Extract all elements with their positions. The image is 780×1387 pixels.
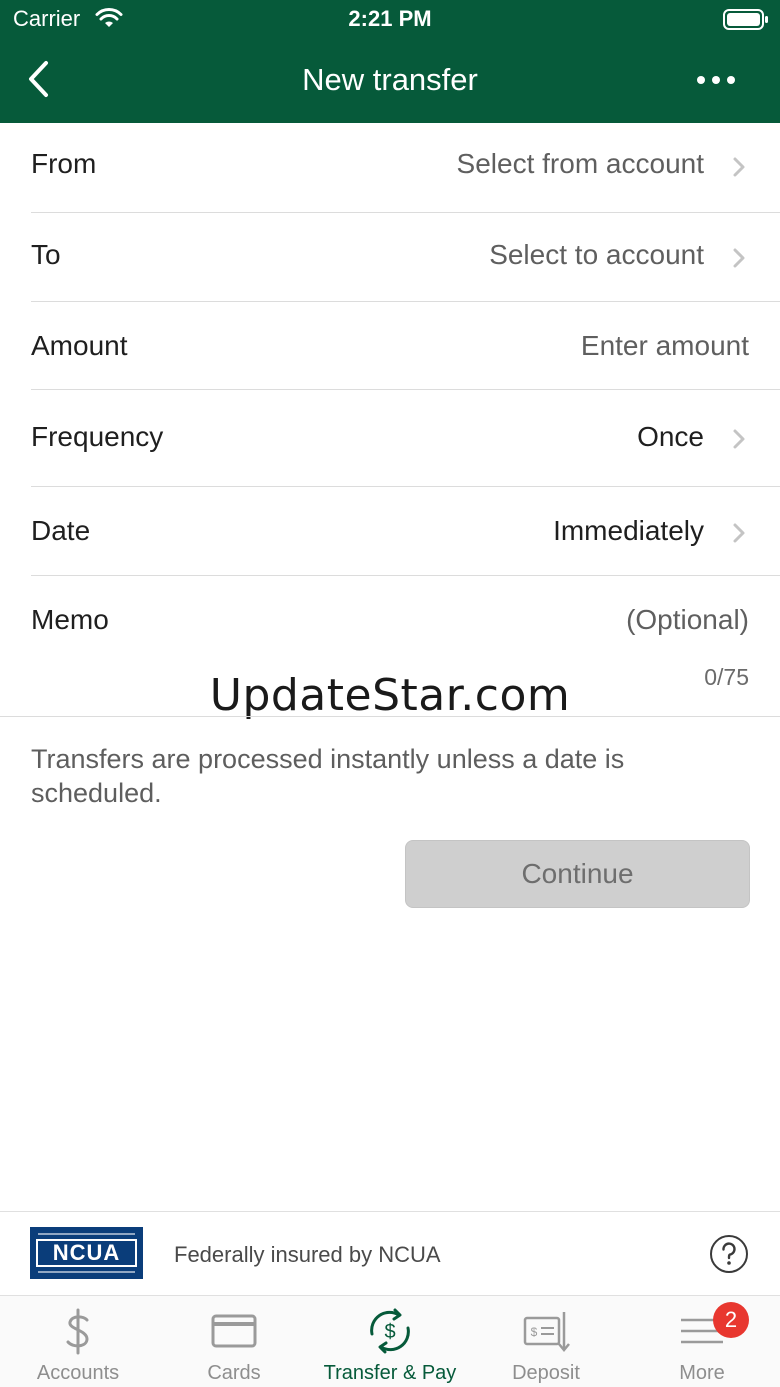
transfer-info-text: Transfers are processed instantly unless… [31,744,625,808]
date-value: Immediately [553,515,704,546]
transfer-pay-icon: $ [370,1308,410,1354]
card-icon [211,1314,257,1348]
frequency-value: Once [637,421,704,452]
nav-bar: New transfer [0,44,780,116]
svg-text:$: $ [531,1325,538,1339]
from-label: From [31,148,97,179]
to-label: To [31,239,61,270]
chevron-right-icon [733,523,745,543]
status-time: 2:21 PM [348,6,432,31]
date-label: Date [31,515,91,546]
page-title: New transfer [302,62,478,97]
frequency-row[interactable]: Frequency Once [0,390,780,486]
memo-label: Memo [31,604,109,635]
more-options-button[interactable] [690,62,742,98]
memo-input[interactable]: (Optional) [626,604,749,636]
tab-accounts[interactable]: Accounts [0,1296,156,1387]
app-header: Carrier 2:21 PM New transfer [0,0,780,123]
tab-label: Cards [207,1362,261,1384]
ncua-logo-text: NCUA [52,1240,121,1265]
to-value: Select to account [489,239,704,270]
status-bar: Carrier 2:21 PM [0,0,780,40]
tab-more[interactable]: More [624,1296,780,1387]
dollar-icon [66,1308,89,1355]
deposit-check-icon: $ [523,1312,570,1352]
ncua-banner: NCUA Federally insured by NCUA [0,1211,780,1295]
tab-label: Accounts [36,1362,120,1384]
from-account-row[interactable]: From Select from account [0,123,780,213]
help-icon[interactable] [709,1234,749,1274]
from-value: Select from account [456,148,704,179]
battery-icon [723,9,768,30]
date-row[interactable]: Date Immediately [0,487,780,575]
tab-deposit[interactable]: $ Deposit [468,1296,624,1387]
watermark-text: UpdateStar.com [209,670,571,721]
frequency-label: Frequency [31,421,164,452]
continue-button[interactable]: Continue [405,840,750,908]
ellipsis-icon [697,76,735,84]
svg-text:$: $ [384,1321,395,1343]
logo-fine-print [38,1271,135,1273]
amount-label: Amount [31,330,128,361]
amount-input[interactable]: Enter amount [581,330,749,362]
chevron-right-icon [733,157,745,177]
amount-row[interactable]: Amount Enter amount [0,302,780,389]
tab-label: Deposit [512,1362,580,1384]
tab-transfer-pay[interactable]: $ Transfer & Pay [312,1296,468,1387]
tab-cards[interactable]: Cards [156,1296,312,1387]
tab-bar: Accounts Cards $ Transfer & Pay $ Deposi… [0,1295,780,1387]
ncua-logo-box: NCUA [36,1239,137,1267]
tab-label: More [679,1362,725,1384]
ncua-insured-text: Federally insured by NCUA [174,1242,441,1267]
to-account-row[interactable]: To Select to account [0,213,780,301]
notification-badge: 2 [713,1302,749,1338]
chevron-right-icon [733,248,745,268]
divider [0,716,780,717]
ncua-logo: NCUA [30,1227,143,1279]
logo-fine-print [38,1233,135,1235]
chevron-right-icon [733,429,745,449]
tab-label: Transfer & Pay [323,1362,457,1384]
